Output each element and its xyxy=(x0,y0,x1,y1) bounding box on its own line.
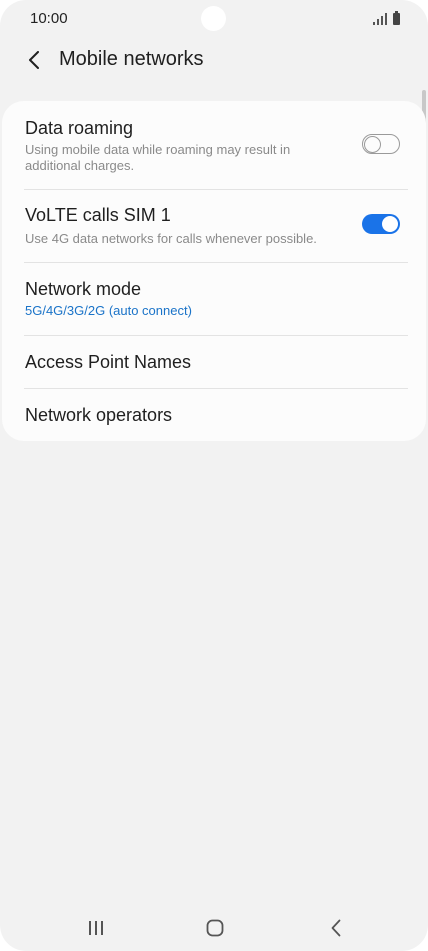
signal-icon xyxy=(373,13,387,25)
battery-icon xyxy=(393,11,400,25)
app-header: Mobile networks xyxy=(0,38,428,82)
network-mode-title: Network mode xyxy=(25,279,142,299)
volte-title: VoLTE calls SIM 1 xyxy=(25,205,171,225)
data-roaming-row[interactable]: Data roaming Using mobile data while roa… xyxy=(2,101,426,189)
network-operators-title: Network operators xyxy=(25,405,173,425)
volte-description: Use 4G data networks for calls whenever … xyxy=(25,231,317,246)
access-point-names-title: Access Point Names xyxy=(25,352,192,372)
toggle-knob xyxy=(381,215,399,233)
back-button[interactable] xyxy=(18,42,50,78)
camera-cutout xyxy=(201,6,226,31)
home-icon xyxy=(206,919,224,937)
phone-screen: 10:00 Mobile networks Data roaming Using… xyxy=(0,0,428,951)
page-title: Mobile networks xyxy=(59,48,204,70)
network-mode-value: 5G/4G/3G/2G (auto connect) xyxy=(25,303,192,318)
back-icon xyxy=(331,919,341,937)
data-roaming-title: Data roaming xyxy=(25,118,134,138)
network-mode-row[interactable]: Network mode 5G/4G/3G/2G (auto connect) xyxy=(2,263,426,335)
data-roaming-description: Using mobile data while roaming may resu… xyxy=(25,142,291,173)
volte-row[interactable]: VoLTE calls SIM 1 Use 4G data networks f… xyxy=(2,190,426,262)
navigation-bar xyxy=(0,905,428,949)
access-point-names-row[interactable]: Access Point Names xyxy=(2,336,426,388)
chevron-left-icon xyxy=(29,51,39,69)
recents-button[interactable] xyxy=(76,913,116,943)
volte-toggle[interactable] xyxy=(362,214,400,234)
network-operators-row[interactable]: Network operators xyxy=(2,389,426,441)
toggle-knob xyxy=(364,136,381,153)
data-roaming-toggle[interactable] xyxy=(362,134,400,154)
status-bar: 10:00 xyxy=(0,0,428,38)
settings-card: Data roaming Using mobile data while roa… xyxy=(2,101,426,441)
home-button[interactable] xyxy=(195,913,235,943)
status-icons xyxy=(373,11,400,25)
nav-back-button[interactable] xyxy=(316,913,356,943)
status-time: 10:00 xyxy=(30,10,68,27)
recents-icon xyxy=(89,921,103,935)
